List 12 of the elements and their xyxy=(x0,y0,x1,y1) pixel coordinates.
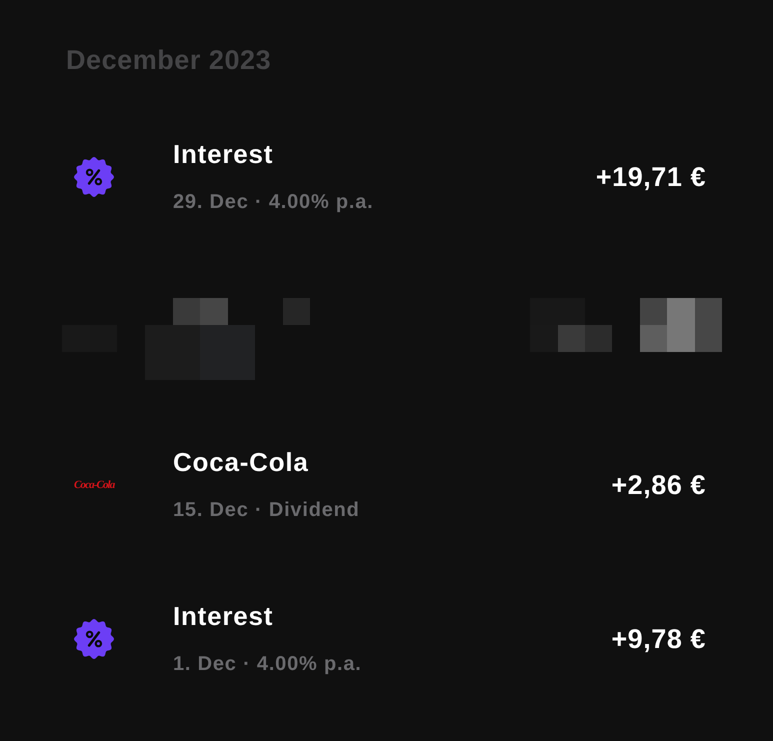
transaction-amount: +9,78 € xyxy=(611,623,706,655)
percent-badge-icon xyxy=(74,619,114,659)
transaction-subtitle: 1. Dec · 4.00% p.a. xyxy=(173,652,362,677)
transaction-title: Interest xyxy=(173,139,274,169)
transaction-amount: +2,86 € xyxy=(611,469,706,501)
transaction-subtitle: 29. Dec · 4.00% p.a. xyxy=(173,190,374,215)
transaction-title: Coca-Cola xyxy=(173,447,309,477)
percent-badge-icon xyxy=(74,157,114,197)
transaction-amount: +19,71 € xyxy=(596,161,706,193)
transaction-subtitle: 15. Dec · Dividend xyxy=(173,498,360,523)
brand-logo: Coca-Cola xyxy=(74,478,114,492)
transaction-title: Interest xyxy=(173,601,274,631)
